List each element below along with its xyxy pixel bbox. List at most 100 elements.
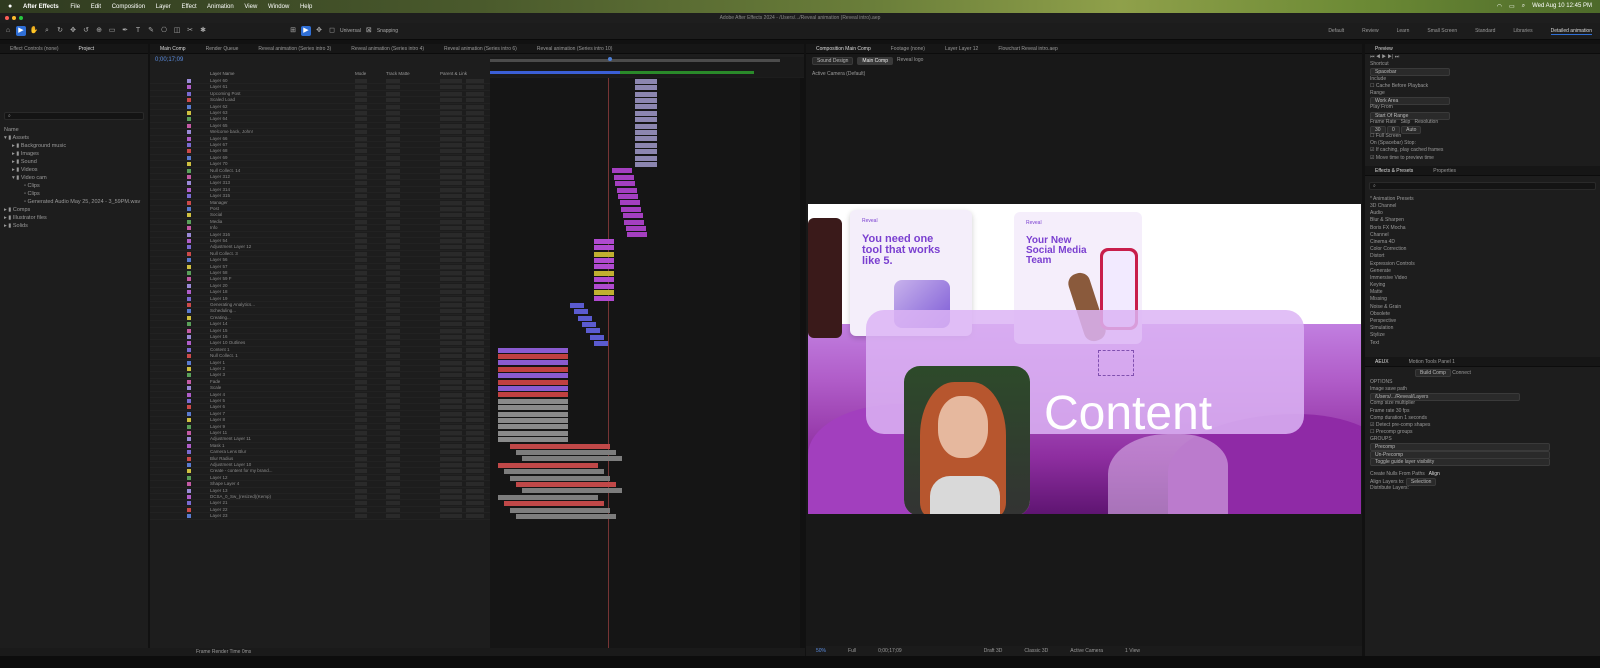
layer-name[interactable]: Layer 314 [210,187,230,192]
playhead-line[interactable] [608,78,609,648]
first-frame-icon[interactable]: ⏮ [1370,54,1375,60]
brush-tool-icon[interactable]: ✎ [146,26,156,36]
layer-switch[interactable] [466,399,484,403]
workspace-detailed-animation[interactable]: Detailed animation [1550,28,1592,35]
layer-duration-bar[interactable] [635,123,657,129]
layer-duration-bar[interactable] [498,424,568,430]
layer-name[interactable]: Layer 63 [210,110,228,115]
label-color-swatch[interactable] [187,175,191,179]
layer-switch[interactable] [440,354,462,359]
layer-switch[interactable] [355,98,367,103]
layer-name[interactable]: Layer 54 [210,238,228,243]
label-color-swatch[interactable] [187,85,191,90]
last-frame-icon[interactable]: ⏭ [1395,54,1400,60]
layer-switch[interactable] [355,123,367,128]
layer-switch[interactable] [440,424,462,429]
layer-name[interactable]: Layer 9 [210,424,225,429]
layer-duration-bar[interactable] [635,129,657,135]
layer-duration-bar[interactable] [635,110,657,116]
effect-category[interactable]: Keying [1365,282,1600,289]
tab-aeux[interactable]: AEUX [1365,357,1399,366]
tab-composition-main[interactable]: Composition Main Comp [806,44,881,53]
scale-icon[interactable]: ◻ [327,26,337,36]
layer-duration-bar[interactable] [498,347,568,353]
layer-switch[interactable] [440,117,462,122]
tab-properties[interactable]: Properties [1423,166,1466,175]
layer-duration-bar[interactable] [510,507,610,513]
label-color-swatch[interactable] [187,143,191,147]
layer-switch[interactable] [466,514,484,519]
layer-switch[interactable] [440,482,462,487]
layer-switch[interactable] [386,271,400,275]
layer-name[interactable]: Layer 64 [210,116,228,121]
layer-switch[interactable] [440,315,462,320]
layer-switch[interactable] [466,322,484,327]
layer-switch[interactable] [386,98,400,103]
layer-switch[interactable] [386,322,400,327]
label-color-swatch[interactable] [187,309,191,314]
folder-assets[interactable]: ▾ ▮ Assets [0,134,148,142]
layer-switch[interactable] [386,226,400,231]
layer-switch[interactable] [440,79,462,83]
layer-switch[interactable] [440,386,462,391]
layer-switch[interactable] [466,296,484,301]
layer-name[interactable]: Layer 61 [210,84,228,89]
layer-switch[interactable] [355,296,367,301]
workspace-small-screen[interactable]: Small Screen [1427,28,1457,35]
folder-comps[interactable]: ▸ ▮ Comps [0,206,148,214]
home-icon[interactable]: ⌂ [3,26,13,36]
layer-name[interactable]: Adjustment Layer 12 [210,244,251,249]
layer-duration-bar[interactable] [498,353,568,359]
layer-switch[interactable] [386,303,400,307]
layer-name[interactable]: Camera Lens Blur [210,449,246,454]
layer-switch[interactable] [440,200,462,205]
layer-switch[interactable] [386,123,400,128]
tab-render-queue[interactable]: Render Queue [196,44,249,53]
puppet-tool-icon[interactable]: ✱ [198,26,208,36]
layer-switch[interactable] [440,85,462,90]
layer-switch[interactable] [466,290,484,295]
layer-switch[interactable] [386,328,400,333]
universal-icon[interactable]: ▶ [301,26,311,36]
layer-switch[interactable] [355,79,367,83]
layer-duration-bar[interactable] [498,379,568,385]
effect-category[interactable]: Matte [1365,289,1600,296]
workspace-default[interactable]: Default [1328,28,1344,35]
layer-switch[interactable] [386,418,400,423]
layer-switch[interactable] [440,123,462,128]
layer-duration-bar[interactable] [498,373,568,379]
workspace-review[interactable]: Review [1362,28,1378,35]
wifi-icon[interactable]: ◠ [1497,3,1502,10]
label-color-swatch[interactable] [187,341,191,346]
layer-switch[interactable] [466,200,484,205]
toggle-guide-button[interactable]: Toggle guide layer visibility [1370,457,1550,466]
layer-name[interactable]: Layer 65 [210,123,228,128]
layer-switch[interactable] [355,264,367,269]
subtab-reveal-logo[interactable]: Reveal logo [897,57,923,65]
connect-button[interactable]: Connect [1452,370,1471,376]
label-color-swatch[interactable] [187,200,191,205]
layer-switch[interactable] [386,507,400,512]
menu-edit[interactable]: Edit [91,4,101,10]
rectangle-tool-icon[interactable]: ▭ [107,26,117,36]
label-color-swatch[interactable] [187,232,191,237]
subtab-sound-design[interactable]: Sound Design [812,57,854,65]
roto-tool-icon[interactable]: ✂ [185,26,195,36]
layer-switch[interactable] [386,175,400,179]
layer-switch[interactable] [466,392,484,397]
layer-duration-bar[interactable] [582,321,596,327]
layer-switch[interactable] [466,79,484,83]
effect-category[interactable]: Stylize [1365,332,1600,339]
label-color-swatch[interactable] [187,354,191,359]
menu-file[interactable]: File [70,4,80,10]
effect-category[interactable]: Distort [1365,253,1600,260]
label-color-swatch[interactable] [187,463,191,467]
layer-switch[interactable] [355,347,367,352]
layer-switch[interactable] [466,251,484,256]
layer-switch[interactable] [386,232,400,237]
label-color-swatch[interactable] [187,91,191,96]
layer-switch[interactable] [466,162,484,167]
layer-name[interactable]: Layer 22 [210,507,228,512]
layer-duration-bar[interactable] [594,283,614,289]
layer-switch[interactable] [386,168,400,173]
